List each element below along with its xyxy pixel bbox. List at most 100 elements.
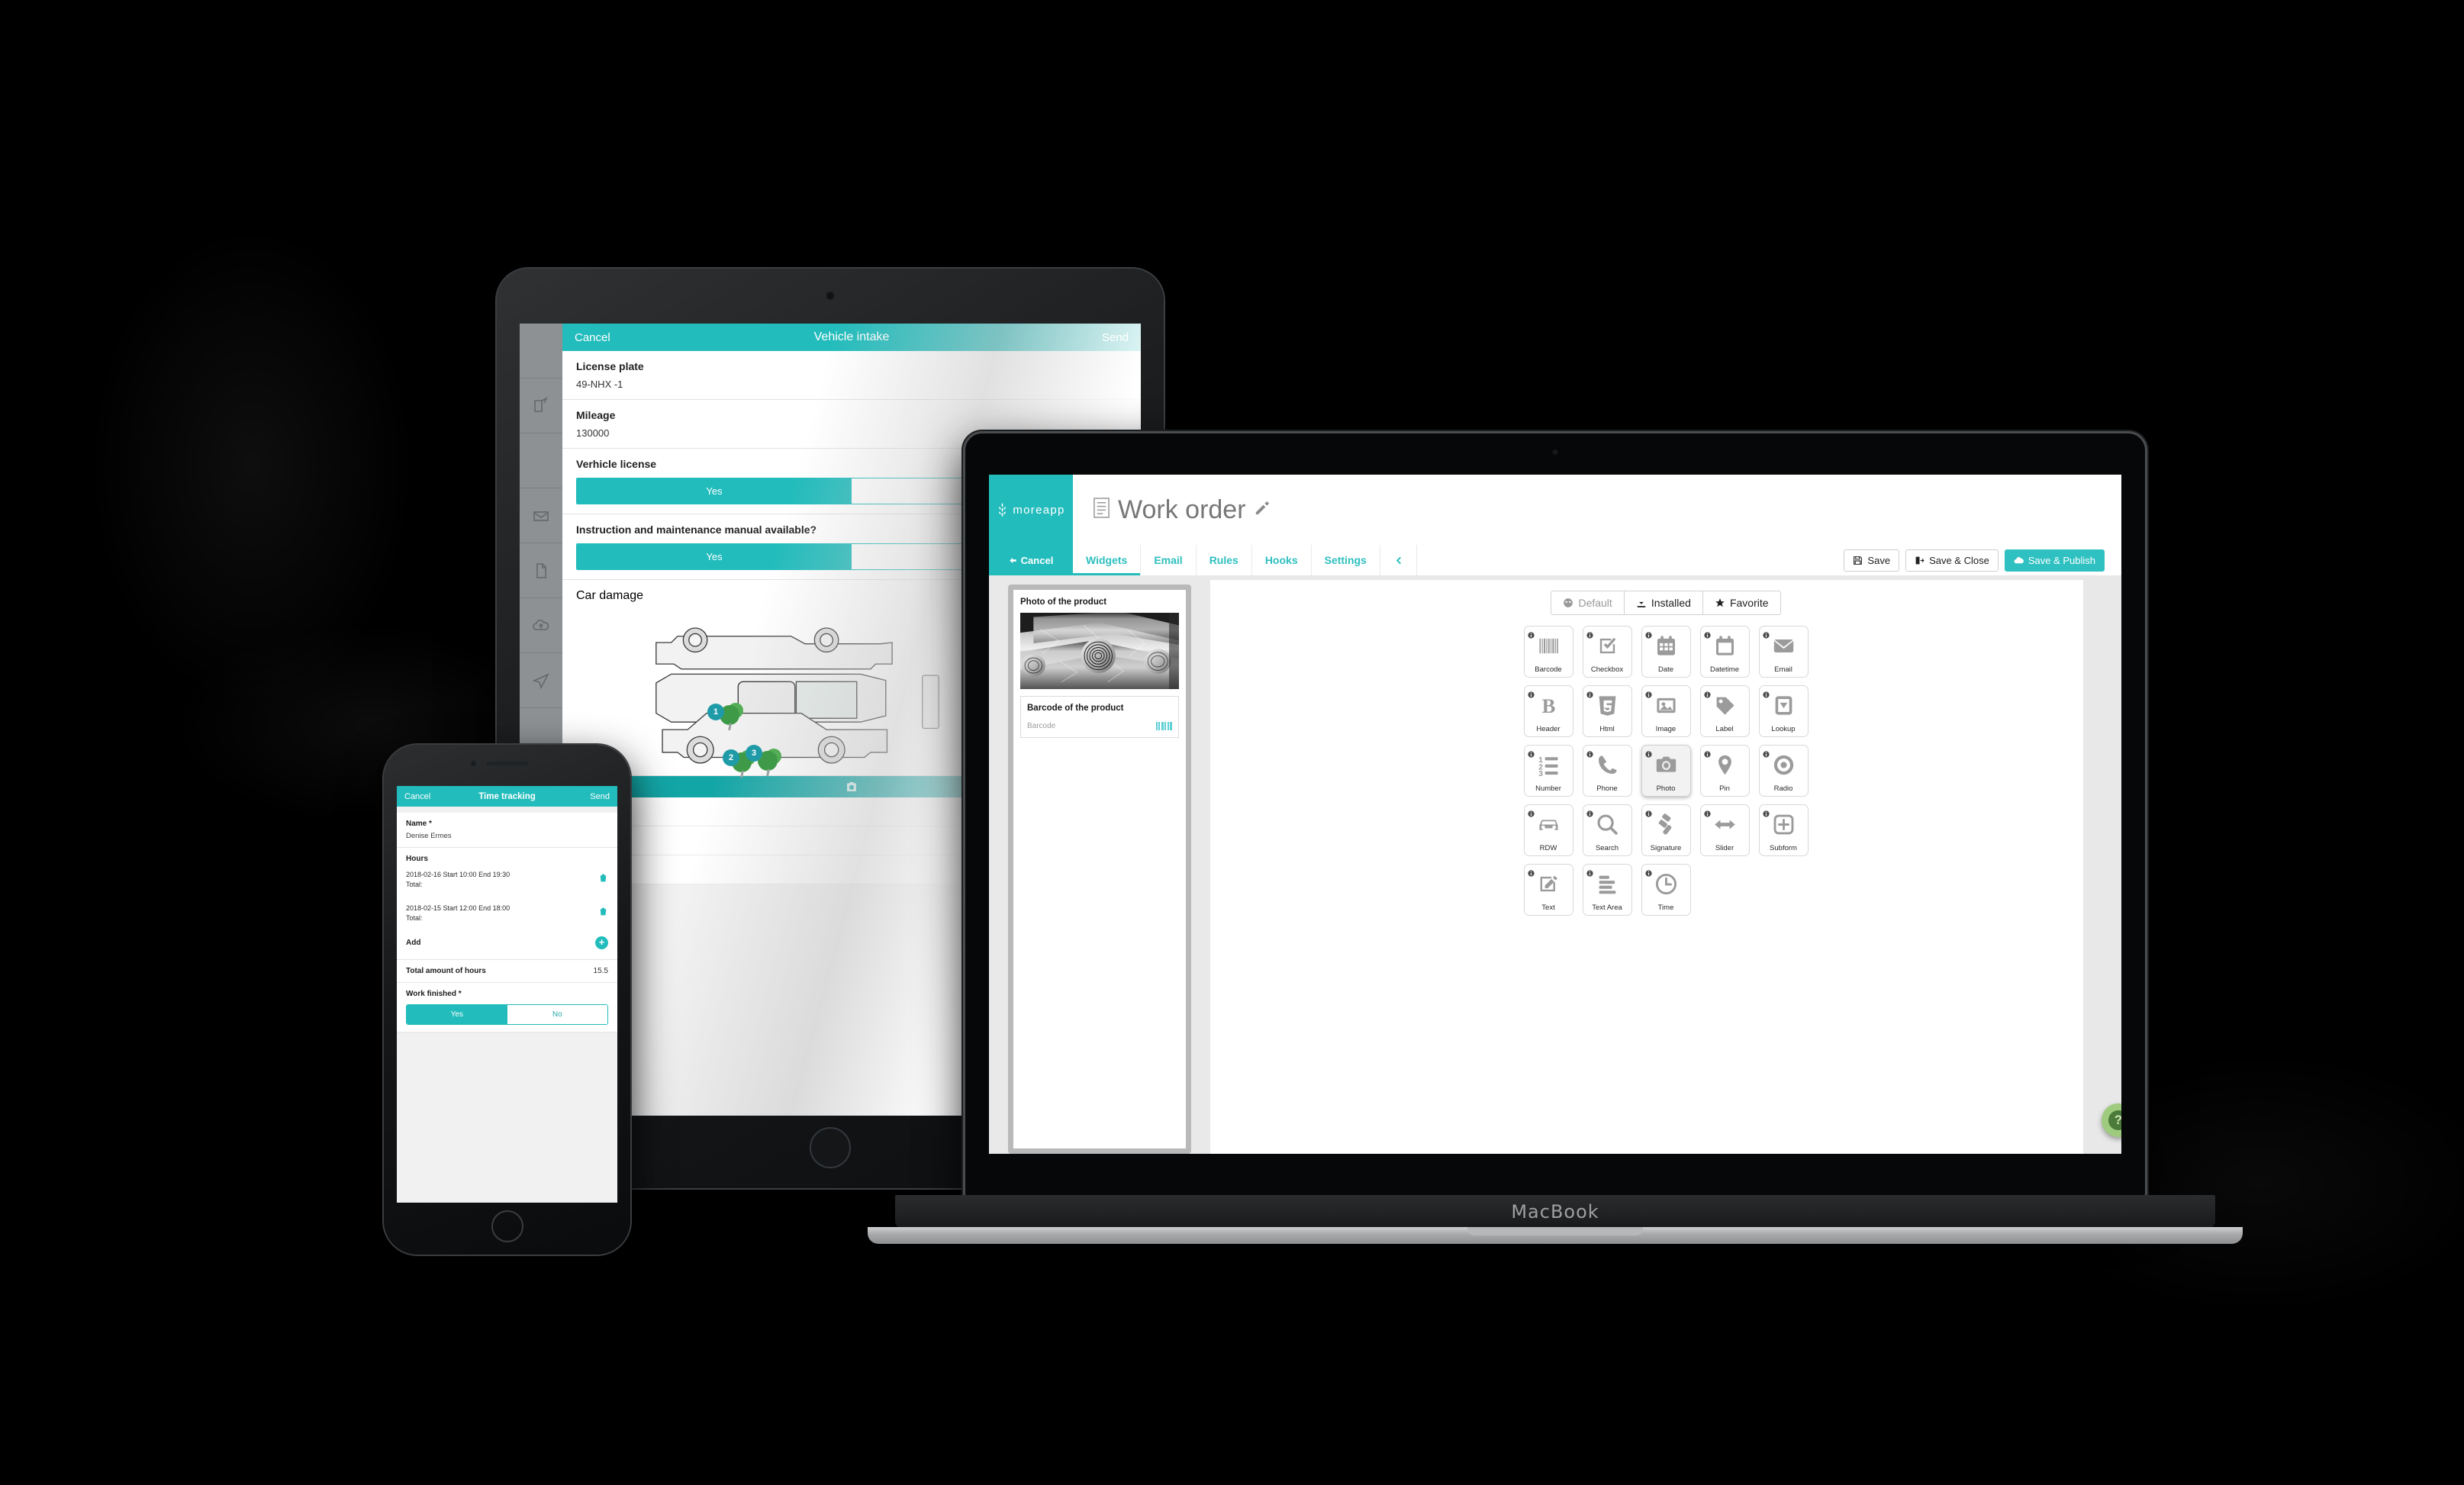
plus-icon[interactable]: + bbox=[595, 936, 608, 950]
preview-barcode-title: Barcode of the product bbox=[1027, 704, 1124, 713]
info-icon[interactable] bbox=[1644, 688, 1652, 698]
widget-pin[interactable]: Pin bbox=[1699, 745, 1750, 797]
sidebar-item-send[interactable] bbox=[520, 653, 562, 708]
info-icon[interactable] bbox=[1586, 688, 1593, 698]
work-finished-toggle[interactable]: Yes No bbox=[406, 1004, 608, 1026]
wheat-logo-icon bbox=[999, 502, 1007, 517]
sidebar-item-files[interactable] bbox=[520, 543, 562, 598]
question-mark-icon: ? bbox=[2108, 1110, 2121, 1130]
info-icon[interactable] bbox=[1703, 748, 1711, 758]
dashboard-icon bbox=[1564, 598, 1573, 607]
work-finished-yes[interactable]: Yes bbox=[407, 1005, 507, 1025]
tab-widgets[interactable]: Widgets bbox=[1073, 545, 1142, 575]
tab-email[interactable]: Email bbox=[1141, 545, 1197, 575]
info-icon[interactable] bbox=[1703, 688, 1711, 698]
widget-label-w[interactable]: Label bbox=[1699, 685, 1750, 737]
info-icon[interactable] bbox=[1527, 688, 1535, 698]
widget-subform[interactable]: Subform bbox=[1758, 804, 1809, 856]
cancel-button[interactable]: Cancel bbox=[989, 545, 1073, 575]
widget-label: Label bbox=[1715, 725, 1734, 733]
widget-header[interactable]: B Header bbox=[1523, 685, 1573, 737]
widget-time[interactable]: Time bbox=[1641, 864, 1691, 916]
widget-pane-scrollbar[interactable] bbox=[2083, 580, 2121, 1154]
save-button[interactable]: Save bbox=[1844, 549, 1900, 572]
brand-logo[interactable]: moreapp bbox=[989, 475, 1073, 545]
info-icon[interactable] bbox=[1586, 629, 1593, 639]
widget-date[interactable]: Date bbox=[1641, 626, 1691, 678]
phone-topbar: Cancel Time tracking Send bbox=[397, 786, 617, 807]
info-icon[interactable] bbox=[1644, 629, 1652, 639]
widget-text-area[interactable]: Text Area bbox=[1582, 864, 1632, 916]
widget-text[interactable]: Text bbox=[1523, 864, 1573, 916]
phone-field-name[interactable]: Name * Denise Ermes bbox=[397, 813, 617, 848]
tab-settings[interactable]: Settings bbox=[1311, 545, 1380, 575]
info-icon[interactable] bbox=[1527, 867, 1535, 877]
widget-html[interactable]: Html bbox=[1582, 685, 1632, 737]
info-icon[interactable] bbox=[1703, 807, 1711, 817]
tablet-cancel-button[interactable]: Cancel bbox=[575, 331, 610, 344]
info-icon[interactable] bbox=[1527, 807, 1535, 817]
widget-photo[interactable]: Photo bbox=[1641, 745, 1691, 797]
info-icon[interactable] bbox=[1586, 867, 1593, 877]
info-icon[interactable] bbox=[1762, 807, 1770, 817]
tab-rules[interactable]: Rules bbox=[1196, 545, 1252, 575]
widget-slider[interactable]: Slider bbox=[1699, 804, 1750, 856]
phone-home-button[interactable] bbox=[491, 1210, 523, 1242]
info-icon[interactable] bbox=[1762, 629, 1770, 639]
tablet-home-button[interactable] bbox=[810, 1127, 851, 1168]
damage-pin-2[interactable]: 2 bbox=[723, 749, 739, 766]
widget-lookup[interactable]: Lookup bbox=[1758, 685, 1809, 737]
barcode-scan-icon[interactable] bbox=[1155, 722, 1172, 730]
info-icon[interactable] bbox=[1762, 748, 1770, 758]
tablet-send-button[interactable]: Send bbox=[1102, 331, 1129, 344]
filter-default[interactable]: Default bbox=[1551, 591, 1625, 615]
save-and-close-button[interactable]: Save & Close bbox=[1905, 549, 1999, 572]
manual-yes[interactable]: Yes bbox=[577, 544, 852, 569]
widget-radio[interactable]: Radio bbox=[1758, 745, 1809, 797]
filter-favorite[interactable]: Favorite bbox=[1702, 591, 1781, 615]
widget-rdw[interactable]: RDW bbox=[1523, 804, 1573, 856]
widget-number[interactable]: 123 Number bbox=[1523, 745, 1573, 797]
info-icon[interactable] bbox=[1527, 748, 1535, 758]
delete-hour-entry-2-button[interactable] bbox=[598, 907, 608, 920]
widget-label: Pin bbox=[1719, 784, 1730, 793]
collapse-tabs-button[interactable] bbox=[1380, 545, 1417, 575]
info-icon[interactable] bbox=[1586, 748, 1593, 758]
widget-email[interactable]: Email bbox=[1758, 626, 1809, 678]
sidebar-item-inbox[interactable] bbox=[520, 488, 562, 543]
add-hour-entry-row[interactable]: Add + bbox=[406, 930, 608, 952]
phone-send-button[interactable]: Send bbox=[590, 792, 610, 801]
edit-title-button[interactable] bbox=[1254, 499, 1271, 520]
field-license-plate[interactable]: License plate 49-NHX -1 bbox=[562, 351, 1141, 400]
preview-barcode-widget[interactable]: Barcode of the product Barcode bbox=[1020, 696, 1179, 738]
sidebar-item-edit[interactable] bbox=[520, 378, 562, 433]
widget-datetime[interactable]: Datetime bbox=[1699, 626, 1750, 678]
info-icon[interactable] bbox=[1644, 748, 1652, 758]
phone-field-work-finished[interactable]: Work finished * Yes No bbox=[397, 983, 617, 1033]
widget-image[interactable]: Image bbox=[1641, 685, 1691, 737]
work-finished-no[interactable]: No bbox=[507, 1005, 607, 1025]
info-icon[interactable] bbox=[1703, 629, 1711, 639]
tab-hooks[interactable]: Hooks bbox=[1251, 545, 1312, 575]
delete-hour-entry-1-button[interactable] bbox=[598, 873, 608, 887]
info-icon[interactable] bbox=[1586, 807, 1593, 817]
info-icon[interactable] bbox=[1762, 688, 1770, 698]
info-icon[interactable] bbox=[1644, 867, 1652, 877]
hour-entry-row[interactable]: 2018-02-15 Start 12:00 End 18:00 Total: bbox=[406, 897, 608, 930]
widget-signature[interactable]: Signature bbox=[1641, 804, 1691, 856]
form-preview-paper[interactable]: Photo of the product Barcode of the prod… bbox=[1008, 585, 1191, 1154]
damage-pin-3[interactable]: 3 bbox=[746, 745, 762, 762]
widget-checkbox[interactable]: Checkbox bbox=[1582, 626, 1632, 678]
svg-text:3: 3 bbox=[1538, 770, 1543, 776]
widget-phone[interactable]: Phone bbox=[1582, 745, 1632, 797]
filter-installed[interactable]: Installed bbox=[1624, 591, 1703, 615]
sidebar-item-upload[interactable] bbox=[520, 598, 562, 653]
info-icon[interactable] bbox=[1644, 807, 1652, 817]
damage-pin-1[interactable]: 1 bbox=[707, 704, 724, 720]
widget-barcode[interactable]: Barcode bbox=[1523, 626, 1573, 678]
hour-entry-row[interactable]: 2018-02-16 Start 10:00 End 19:30 Total: bbox=[406, 863, 608, 897]
save-and-publish-button[interactable]: Save & Publish bbox=[2004, 549, 2105, 572]
widget-search[interactable]: Search bbox=[1582, 804, 1632, 856]
vehicle-license-yes[interactable]: Yes bbox=[577, 478, 852, 504]
info-icon[interactable] bbox=[1527, 629, 1535, 639]
